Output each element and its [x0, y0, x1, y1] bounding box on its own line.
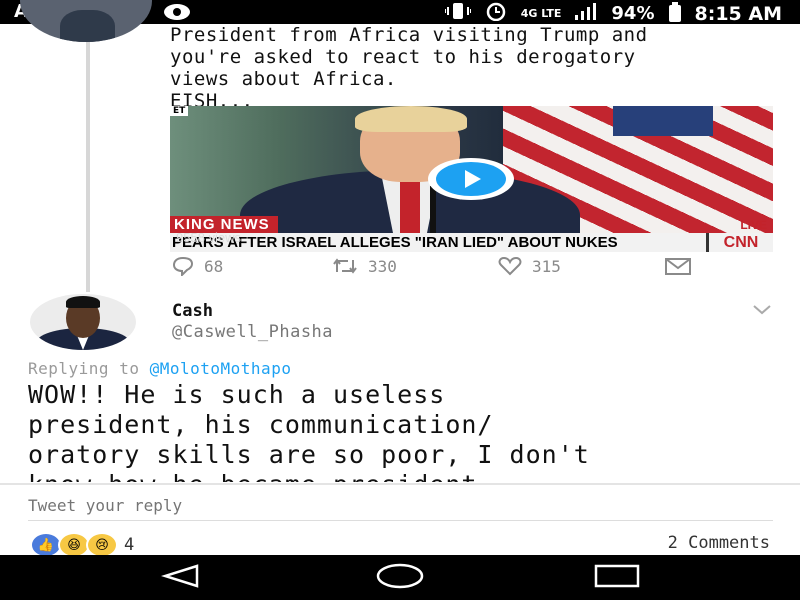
reply-author-handle[interactable]: @Caswell_Phasha	[172, 322, 333, 342]
alarm-icon	[485, 1, 507, 26]
like-action[interactable]: 315	[498, 256, 561, 276]
reply-text: WOW!! He is such a useless president, hi…	[28, 380, 790, 482]
dm-action[interactable]	[664, 256, 692, 276]
navigation-bar	[0, 555, 800, 600]
video-corner-badge: ET	[170, 106, 189, 116]
flag-canton	[613, 106, 713, 136]
reaction-count: 4	[124, 535, 135, 555]
home-circle-icon	[374, 562, 426, 594]
network-logo: CNN	[709, 233, 773, 252]
view-count: 9558 views	[176, 230, 242, 245]
play-icon	[436, 162, 506, 196]
tweet-actions: 68 330 315	[172, 256, 732, 280]
tweet-line: you're asked to react to his derogatory	[170, 46, 636, 68]
live-label: LIVE	[740, 218, 767, 232]
retweet-icon	[332, 256, 358, 276]
clock: 8:15 AM	[694, 2, 783, 25]
reply-action[interactable]: 68	[172, 256, 223, 276]
recents-square-icon	[593, 563, 641, 593]
envelope-icon	[664, 256, 692, 276]
retweet-action[interactable]: 330	[332, 256, 397, 276]
vibrate-icon	[443, 2, 472, 25]
reply-line: WOW!! He is such a useless	[28, 380, 446, 409]
reply-count: 68	[204, 256, 224, 276]
tweet-text: President from Africa visiting Trump and…	[170, 24, 790, 112]
tweet-line: President from Africa visiting Trump and	[170, 24, 648, 46]
reply-line: know how he became president.	[28, 470, 790, 482]
reply-line: president, his communication/	[28, 410, 494, 439]
tweet-line: views about Africa.	[170, 68, 397, 90]
replying-to: Replying to @MolotoMothapo	[28, 359, 291, 378]
retweet-count: 330	[368, 256, 397, 276]
divider	[0, 483, 800, 485]
signal-icon	[575, 2, 597, 25]
recents-button[interactable]	[572, 555, 662, 600]
mention-link[interactable]: @MolotoMothapo	[150, 359, 292, 378]
reply-author-name[interactable]: Cash	[172, 301, 213, 321]
video-player[interactable]: ET KING NEWS LIVE PEARS AFTER ISRAEL ALL…	[170, 106, 773, 252]
reply-line: oratory skills are so poor, I don't	[28, 440, 590, 469]
heart-icon	[498, 256, 522, 276]
home-button[interactable]	[355, 555, 445, 600]
battery-icon	[668, 2, 681, 22]
reply-icon	[172, 256, 194, 276]
comments-link[interactable]: 2 Comments	[668, 533, 770, 553]
reply-input-underline	[28, 520, 773, 521]
battery-percent: 94%	[611, 3, 655, 24]
reply-input[interactable]	[28, 493, 728, 517]
like-count: 315	[532, 256, 561, 276]
play-button[interactable]	[428, 158, 514, 200]
thread-line	[86, 42, 90, 292]
back-button[interactable]	[136, 555, 226, 600]
chevron-down-icon[interactable]	[752, 304, 772, 320]
app-notification-icon	[162, 3, 192, 26]
replying-prefix: Replying to	[28, 359, 150, 378]
speaker-hair	[355, 106, 467, 132]
original-author-avatar[interactable]	[20, 0, 152, 42]
network-type-label: 4G LTE	[520, 7, 562, 20]
news-ticker: PEARS AFTER ISRAEL ALLEGES "IRAN LIED" A…	[170, 233, 710, 252]
back-triangle-icon	[160, 563, 201, 593]
reply-author-avatar[interactable]	[30, 294, 136, 350]
